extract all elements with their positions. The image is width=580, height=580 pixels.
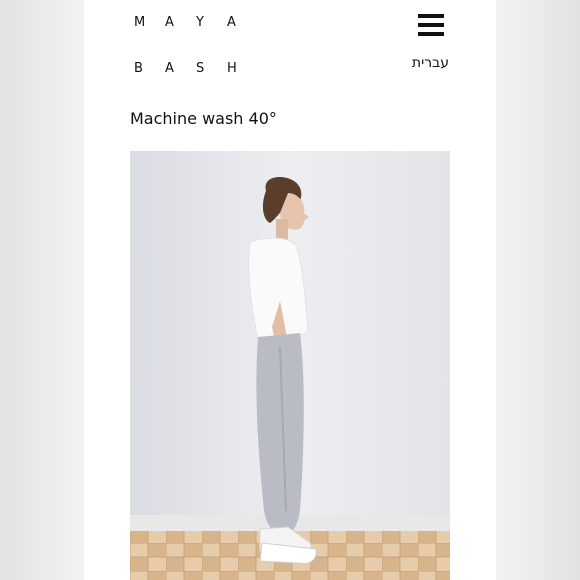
brand-line-2: BASH — [134, 60, 258, 106]
brand-letter: A — [165, 61, 174, 76]
brand-logo[interactable]: M A Y A B A S H — [134, 14, 258, 106]
brand-letter: B — [134, 61, 143, 76]
brand-letter: H — [227, 61, 237, 76]
language-link-hebrew[interactable]: עברית — [412, 55, 449, 71]
page: M A Y A B A S H עברית Machine wash 40° — [84, 0, 496, 580]
brand-letter: S — [196, 61, 205, 76]
brand-letter: A — [165, 15, 174, 30]
brand-letter: A — [227, 15, 236, 30]
menu-bar — [418, 23, 444, 27]
menu-bar — [418, 14, 444, 18]
hamburger-menu-icon[interactable] — [418, 14, 444, 36]
product-photo — [130, 151, 450, 580]
brand-letter: Y — [196, 15, 204, 30]
brand-line-1: MAYA — [134, 14, 258, 60]
menu-bar — [418, 32, 444, 36]
care-instruction: Machine wash 40° — [130, 109, 277, 128]
brand-letter: M — [134, 15, 146, 30]
backdrop-right — [496, 0, 580, 580]
backdrop-left — [0, 0, 84, 580]
